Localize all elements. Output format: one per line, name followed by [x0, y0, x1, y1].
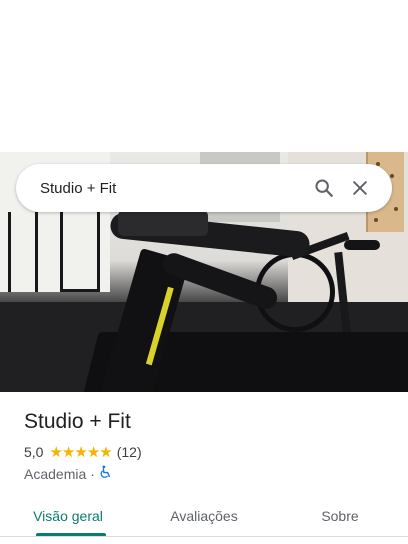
tab-overview[interactable]: Visão geral: [0, 496, 136, 536]
tab-about[interactable]: Sobre: [272, 496, 408, 536]
tabs-divider: [0, 536, 408, 537]
photo-bike-seat: [344, 240, 380, 250]
rating-stars: ★ ★ ★ ★ ★: [49, 443, 112, 461]
map-blank-area: [0, 0, 408, 152]
rating-row[interactable]: 5,0 ★ ★ ★ ★ ★ (12): [24, 444, 142, 460]
star-icon: ★: [74, 443, 87, 461]
place-title: Studio + Fit: [24, 410, 131, 433]
star-icon: ★: [49, 443, 62, 461]
category-row: Academia ·: [24, 465, 112, 482]
search-input[interactable]: Studio + Fit: [40, 180, 306, 197]
place-tabs: Visão geral Avaliações Sobre: [0, 496, 408, 536]
tab-label: Sobre: [321, 508, 359, 524]
photo-rack: [8, 212, 38, 292]
tab-reviews[interactable]: Avaliações: [136, 496, 272, 536]
photo-treadmill-console: [118, 210, 208, 236]
tab-label: Visão geral: [33, 508, 103, 524]
star-icon: ★: [61, 443, 75, 461]
search-bar[interactable]: Studio + Fit: [16, 164, 392, 212]
search-icon[interactable]: [306, 170, 342, 206]
tab-label: Avaliações: [170, 508, 238, 524]
star-icon: ★: [99, 443, 112, 461]
wheelchair-icon: [99, 465, 112, 482]
separator-dot: ·: [90, 465, 95, 482]
place-category: Academia: [24, 465, 87, 482]
rating-value: 5,0: [24, 444, 44, 460]
review-count[interactable]: (12): [117, 444, 142, 460]
close-icon[interactable]: [342, 170, 378, 206]
star-icon: ★: [86, 443, 100, 461]
